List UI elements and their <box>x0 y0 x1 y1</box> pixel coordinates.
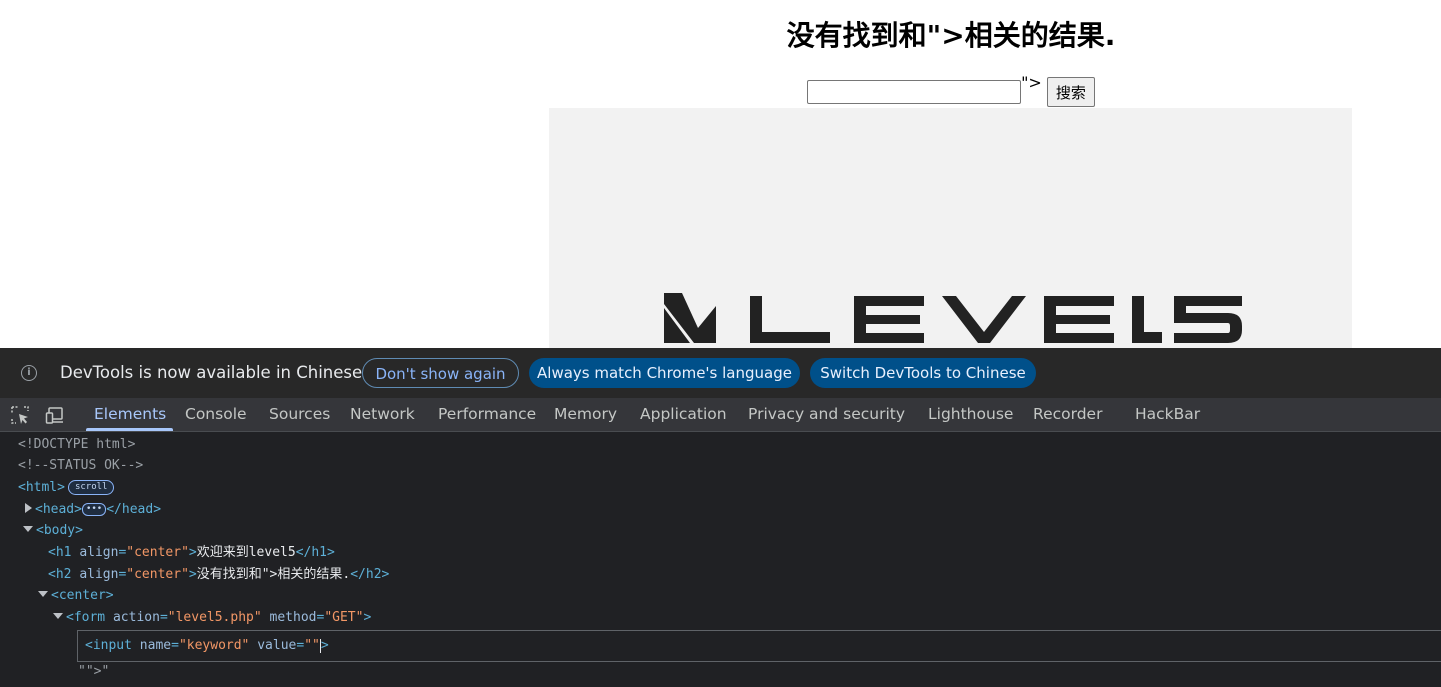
search-button[interactable]: 搜索 <box>1046 77 1095 107</box>
head-node[interactable]: <head> ••• </head> <box>25 500 161 520</box>
h1-node[interactable]: <h1 align="center">欢迎来到level5</h1> <box>48 543 335 563</box>
tab-application[interactable]: Application <box>640 398 727 431</box>
h1-text: 欢迎来到level5 <box>196 545 296 560</box>
html-open-tag: <html> <box>18 480 65 495</box>
tab-elements[interactable]: Elements <box>94 398 166 431</box>
center-node[interactable]: <center> <box>38 586 114 606</box>
switch-to-chinese-button[interactable]: Switch DevTools to Chinese <box>810 358 1036 388</box>
search-form: "> 搜索 <box>0 73 1441 107</box>
tab-sources[interactable]: Sources <box>269 398 330 431</box>
level5-logo <box>664 293 1242 343</box>
h2-text: 没有找到和">相关的结果. <box>196 567 351 582</box>
always-match-language-button[interactable]: Always match Chrome's language <box>529 358 800 388</box>
scroll-badge[interactable]: scroll <box>67 480 115 495</box>
injected-text: "> <box>1021 73 1042 92</box>
keyword-input[interactable] <box>807 80 1022 104</box>
h1-tag: <h1 <box>48 545 72 560</box>
form-node[interactable]: <form action="level5.php" method="GET"> <box>53 608 371 628</box>
page-viewport: 没有找到和">相关的结果. "> 搜索 <box>0 0 1441 348</box>
collapse-arrow-icon[interactable] <box>23 525 33 532</box>
input-name-value: "keyword" <box>178 638 250 653</box>
devtools-panel: i DevTools is now available in Chinese D… <box>0 348 1441 687</box>
head-close-tag: </head> <box>106 502 162 517</box>
head-open-tag: <head> <box>35 502 82 517</box>
form-method-value: "GET" <box>324 610 364 625</box>
info-icon: i <box>21 365 37 381</box>
input-name-attr: name <box>139 638 172 653</box>
collapse-arrow-icon[interactable] <box>53 612 63 619</box>
h2-node[interactable]: <h2 align="center">没有找到和">相关的结果.</h2> <box>48 565 389 585</box>
h2-attr-value: "center" <box>126 567 189 582</box>
tab-network[interactable]: Network <box>350 398 415 431</box>
page-heading: 没有找到和">相关的结果. <box>786 19 1116 52</box>
active-tab-indicator <box>86 428 173 431</box>
collapse-arrow-icon[interactable] <box>38 590 48 597</box>
h2-close-tag: </h2> <box>350 567 390 582</box>
input-tag: <input <box>85 638 132 653</box>
form-action-attr: action <box>112 610 160 625</box>
infobar-message: DevTools is now available in Chinese <box>60 363 363 382</box>
expand-arrow-icon[interactable] <box>25 502 32 513</box>
tab-hackbar[interactable]: HackBar <box>1135 398 1200 431</box>
input-node[interactable]: <input name="keyword" value=""> <box>85 636 329 656</box>
form-action-value: "level5.php" <box>167 610 262 625</box>
html-node[interactable]: <html> scroll <box>18 478 115 498</box>
body-node[interactable]: <body> <box>23 521 83 541</box>
collapsed-ellipsis[interactable]: ••• <box>81 503 107 516</box>
text-node[interactable]: "">" <box>78 662 109 682</box>
body-open-tag: <body> <box>36 523 83 538</box>
h2-tag: <h2 <box>48 567 72 582</box>
input-value-attr: value <box>257 638 297 653</box>
tab-lighthouse[interactable]: Lighthouse <box>928 398 1013 431</box>
h1-attr-name: align <box>79 545 119 560</box>
tab-console[interactable]: Console <box>185 398 247 431</box>
tab-memory[interactable]: Memory <box>554 398 617 431</box>
form-tag: <form <box>66 610 106 625</box>
comment-node[interactable]: <!--STATUS OK--> <box>18 456 143 476</box>
h1-close-tag: </h1> <box>295 545 335 560</box>
tab-performance[interactable]: Performance <box>438 398 536 431</box>
h2-attr-name: align <box>79 567 119 582</box>
inspect-element-icon[interactable] <box>10 405 30 425</box>
center-open-tag: <center> <box>51 588 114 603</box>
tab-privacy-security[interactable]: Privacy and security <box>748 398 905 431</box>
level5-banner <box>549 108 1352 348</box>
input-value-value: "" <box>304 638 320 653</box>
devtools-tabbar: Elements Console Sources Network Perform… <box>0 398 1441 432</box>
device-toolbar-icon[interactable] <box>45 405 65 425</box>
form-method-attr: method <box>269 610 317 625</box>
dont-show-again-button[interactable]: Don't show again <box>362 358 519 388</box>
tab-recorder[interactable]: Recorder <box>1033 398 1102 431</box>
h1-attr-value: "center" <box>126 545 189 560</box>
doctype-node[interactable]: <!DOCTYPE html> <box>18 435 135 455</box>
language-infobar: i DevTools is now available in Chinese D… <box>0 348 1441 398</box>
elements-tree: <!DOCTYPE html> <!--STATUS OK--> <html> s… <box>0 432 1441 687</box>
